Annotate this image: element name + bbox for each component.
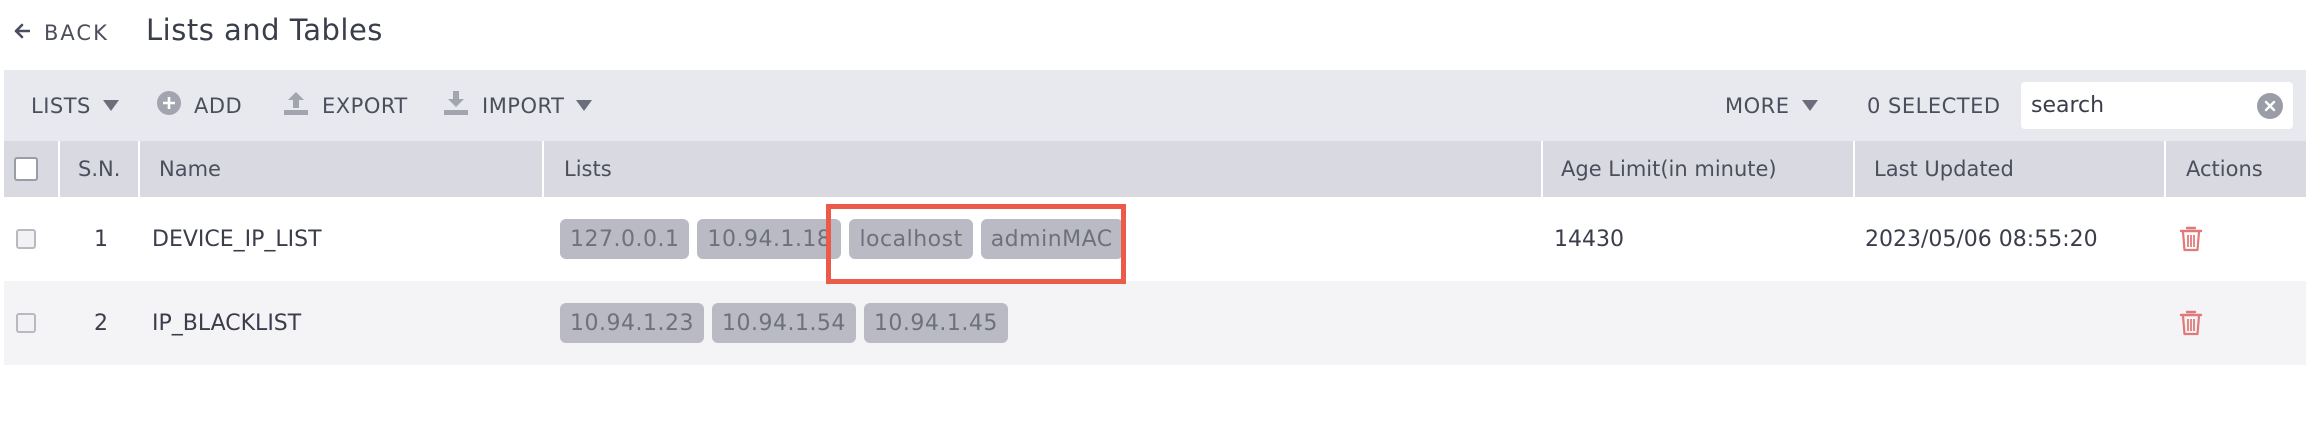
column-header-age-limit[interactable]: Age Limit(in minute) (1561, 141, 1777, 197)
highlight-box (826, 204, 1126, 284)
row-select-cell (16, 281, 36, 365)
add-button[interactable]: ADD (156, 70, 242, 141)
column-header-lists[interactable]: Lists (564, 141, 612, 197)
caret-down-icon (576, 100, 593, 111)
trash-icon[interactable] (2178, 281, 2204, 365)
table-row[interactable]: 2 IP_BLACKLIST 10.94.1.23 10.94.1.54 10.… (4, 281, 2306, 365)
list-tag[interactable]: 10.94.1.23 (560, 303, 704, 343)
row-name: IP_BLACKLIST (152, 310, 302, 336)
lists-label: LISTS (31, 93, 91, 118)
column-divider (138, 141, 140, 197)
list-tag[interactable]: 127.0.0.1 (560, 219, 690, 259)
column-divider (58, 141, 60, 197)
select-all-checkbox[interactable] (14, 157, 38, 181)
add-label: ADD (194, 93, 243, 118)
row-age-limit: 14430 (1554, 226, 1624, 252)
more-label: MORE (1725, 93, 1790, 118)
search-input[interactable] (2031, 82, 2251, 129)
select-all-cell (14, 141, 38, 197)
list-tag[interactable]: 10.94.1.54 (711, 303, 856, 343)
row-name: DEVICE_IP_LIST (152, 226, 322, 252)
table-row[interactable]: 1 DEVICE_IP_LIST 127.0.0.1 10.94.1.18 lo… (4, 197, 2306, 281)
more-dropdown[interactable]: MORE (1725, 70, 1818, 141)
caret-down-icon (102, 100, 119, 111)
column-header-actions: Actions (2186, 157, 2263, 181)
column-divider (2164, 141, 2166, 197)
column-header-name[interactable]: Name (159, 141, 221, 197)
import-label: IMPORT (482, 93, 565, 118)
list-tag[interactable]: 10.94.1.18 (697, 219, 842, 259)
column-divider (542, 141, 544, 197)
row-sn: 2 (94, 310, 108, 336)
export-label: EXPORT (322, 93, 408, 118)
column-header-last-updated[interactable]: Last Updated (1874, 141, 2014, 197)
column-divider (1853, 141, 1855, 197)
clear-icon[interactable] (2257, 93, 2283, 119)
column-divider (1541, 141, 1543, 197)
export-button[interactable]: EXPORT (282, 70, 408, 141)
row-sn: 1 (94, 226, 108, 252)
back-button[interactable]: BACK (14, 18, 109, 48)
column-header-sn[interactable]: S.N. (78, 141, 120, 197)
row-list-tags: 10.94.1.23 10.94.1.54 10.94.1.45 (560, 281, 1008, 365)
row-select-cell (16, 197, 36, 281)
import-dropdown[interactable]: IMPORT (442, 70, 593, 141)
search-box (2021, 82, 2293, 129)
selected-count: 0 SELECTED (1867, 70, 2001, 141)
arrow-left-icon (14, 23, 31, 43)
toolbar: LISTS ADD EXPORT IMPORT MORE 0 SELECTED (4, 70, 2306, 141)
list-tag[interactable]: 10.94.1.45 (863, 303, 1008, 343)
lists-dropdown[interactable]: LISTS (31, 70, 119, 141)
row-last-updated: 2023/05/06 08:55:20 (1865, 226, 2098, 252)
plus-circle-icon (156, 90, 182, 121)
row-checkbox[interactable] (16, 313, 36, 333)
lists-and-tables-page: BACK Lists and Tables LISTS ADD EXPORT I… (0, 0, 2308, 438)
selected-label: 0 SELECTED (1867, 93, 2001, 118)
page-title: Lists and Tables (146, 13, 383, 47)
row-checkbox[interactable] (16, 229, 36, 249)
download-icon (442, 89, 470, 122)
caret-down-icon (1801, 100, 1818, 111)
back-label: BACK (44, 21, 109, 45)
page-header: BACK Lists and Tables (0, 0, 2308, 70)
trash-icon[interactable] (2178, 197, 2204, 281)
table-header: S.N. Name Lists Age Limit(in minute) Las… (4, 141, 2306, 197)
upload-icon (282, 89, 310, 122)
